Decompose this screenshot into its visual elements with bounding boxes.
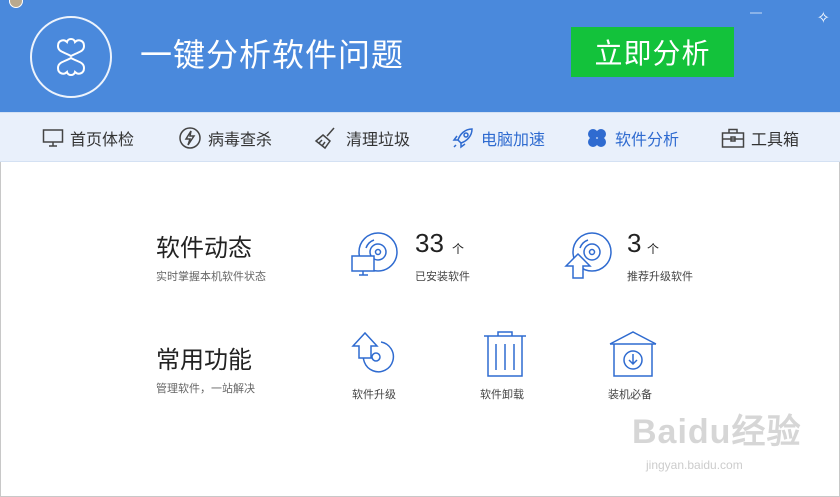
clover-icon bbox=[56, 38, 86, 76]
trash-icon bbox=[484, 331, 526, 377]
recommended-upgrade-label[interactable]: 推荐升级软件 bbox=[627, 268, 693, 284]
essential-software-button[interactable]: 装机必备 bbox=[598, 330, 668, 402]
installed-label[interactable]: 已安装软件 bbox=[415, 268, 470, 284]
upgrade-icon bbox=[351, 331, 395, 373]
tab-virus-scan[interactable]: 病毒查杀 bbox=[178, 113, 272, 163]
tab-label: 工具箱 bbox=[751, 132, 800, 149]
tab-label: 病毒查杀 bbox=[208, 132, 273, 149]
tab-speed-up[interactable]: 电脑加速 bbox=[451, 113, 545, 163]
software-dynamics-title: 软件动态 bbox=[156, 235, 252, 262]
tab-toolbox[interactable]: 工具箱 bbox=[721, 113, 799, 163]
main-nav: 首页体检 病毒查杀 清理垃圾 电脑加速 软件分析 工具箱 bbox=[0, 112, 840, 162]
installed-unit: 个 bbox=[452, 242, 465, 256]
banner-title: 一键分析软件问题 bbox=[140, 37, 405, 73]
tab-home-checkup[interactable]: 首页体检 bbox=[42, 113, 134, 163]
tool-label: 软件升级 bbox=[352, 389, 396, 401]
lightning-shield-icon bbox=[179, 127, 201, 149]
tab-software-analysis[interactable]: 软件分析 bbox=[585, 113, 679, 163]
software-dynamics-subtitle: 实时掌握本机软件状态 bbox=[156, 271, 266, 283]
monitor-icon bbox=[42, 129, 64, 147]
baidu-watermark: Baidu经验 bbox=[632, 413, 802, 451]
tool-label: 装机必备 bbox=[608, 389, 652, 401]
software-analysis-logo bbox=[30, 16, 112, 98]
toolbox-icon bbox=[721, 128, 745, 148]
common-functions-title: 常用功能 bbox=[156, 347, 252, 374]
recommended-upgrade-unit: 个 bbox=[647, 242, 660, 256]
tab-label: 首页体检 bbox=[70, 132, 135, 149]
analyze-now-button[interactable]: 立即分析 bbox=[571, 27, 734, 77]
rocket-icon bbox=[452, 128, 473, 149]
tab-label: 软件分析 bbox=[615, 132, 680, 149]
tab-clean-junk[interactable]: 清理垃圾 bbox=[314, 113, 410, 163]
common-functions-subtitle: 管理软件，一站解决 bbox=[156, 383, 255, 395]
software-uninstall-button[interactable]: 软件卸载 bbox=[470, 330, 540, 402]
software-upgrade-button[interactable]: 软件升级 bbox=[341, 330, 411, 402]
installed-count: 33 bbox=[415, 228, 444, 258]
app-logo-badge bbox=[9, 0, 23, 8]
tab-label: 清理垃圾 bbox=[346, 132, 411, 149]
minimize-hint bbox=[750, 12, 762, 14]
watermark-url: jingyan.baidu.com bbox=[646, 458, 743, 472]
recommended-upgrade-count: 3 bbox=[627, 228, 642, 258]
tool-label: 软件卸载 bbox=[480, 389, 524, 401]
sparkle-icon[interactable]: ✧ bbox=[817, 8, 830, 28]
installed-software-icon[interactable] bbox=[350, 230, 402, 280]
header-banner: ✧ 一键分析软件问题 立即分析 bbox=[0, 0, 840, 112]
recommended-upgrade-icon[interactable] bbox=[564, 230, 616, 282]
tab-label: 电脑加速 bbox=[481, 132, 546, 149]
clover-icon bbox=[588, 129, 606, 147]
box-download-icon bbox=[609, 331, 657, 377]
broom-icon bbox=[314, 127, 335, 150]
